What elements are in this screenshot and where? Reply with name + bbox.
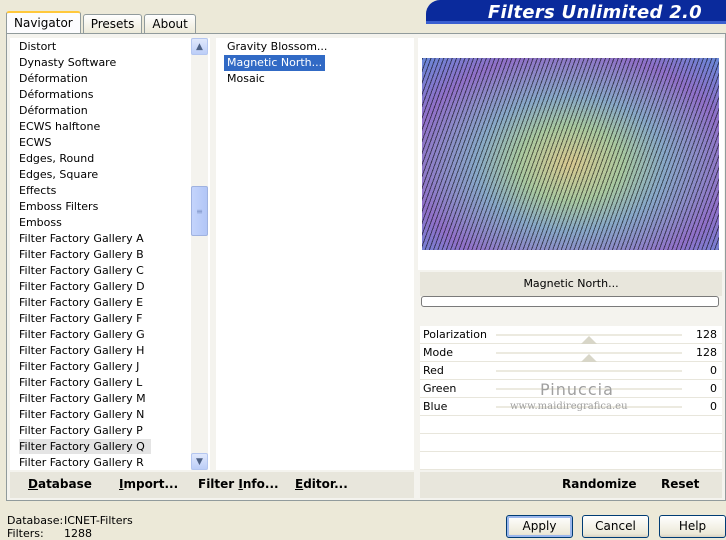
category-list[interactable]: Distort Dynasty Software Déformation Déform…	[10, 38, 210, 470]
category-item[interactable]: Filter Factory Gallery H	[19, 343, 150, 358]
preview-image	[422, 58, 719, 250]
category-item[interactable]: ECWS	[19, 135, 58, 150]
category-item[interactable]: Filter Factory Gallery Q	[19, 439, 151, 454]
scroll-up-arrow-icon[interactable]: ▲	[191, 38, 208, 55]
slider-row[interactable]: Polarization 128	[420, 326, 722, 344]
slider-label: Mode	[423, 346, 453, 359]
tab-bar: Navigator Presets About	[6, 11, 198, 33]
title-banner: Filters Unlimited 2.0	[426, 0, 726, 24]
filter-item[interactable]: Gravity Blossom...	[224, 39, 330, 55]
category-item[interactable]: Filter Factory Gallery J	[19, 359, 145, 374]
category-item[interactable]: ECWS halftone	[19, 119, 106, 134]
empty-slider-row	[420, 434, 722, 452]
category-item[interactable]: Dynasty Software	[19, 55, 122, 70]
filter-list[interactable]: Gravity Blossom... Magnetic North... Mosai…	[216, 38, 414, 470]
slider-label: Blue	[423, 400, 448, 413]
scroll-down-arrow-icon[interactable]: ▼	[191, 453, 208, 470]
filters-label: Filters:	[7, 527, 44, 540]
left-toolbar: Database Import... Filter Info... Editor…	[10, 472, 414, 498]
category-item[interactable]: Filter Factory Gallery B	[19, 247, 150, 262]
slider-thumb[interactable]	[581, 336, 597, 344]
category-item[interactable]: Distort	[19, 39, 62, 54]
randomize-button[interactable]: Randomize	[562, 477, 636, 491]
slider-thumb[interactable]	[581, 354, 597, 362]
right-toolbar: Randomize Reset	[420, 472, 722, 498]
slider-label: Polarization	[423, 328, 487, 341]
tab-about[interactable]: About	[144, 14, 196, 33]
slider-row[interactable]: Mode 128	[420, 344, 722, 362]
slider-value: 0	[710, 400, 717, 413]
category-item[interactable]: Déformations	[19, 87, 99, 102]
category-item[interactable]: Filter Factory Gallery F	[19, 311, 148, 326]
filters-count: 1288	[64, 527, 92, 540]
category-item[interactable]: Déformation	[19, 103, 94, 118]
filter-item[interactable]: Mosaic	[224, 71, 268, 87]
import-button[interactable]: Import...	[119, 477, 178, 491]
category-item[interactable]: Déformation	[19, 71, 94, 86]
help-button[interactable]: Help	[659, 515, 726, 538]
category-item[interactable]: Filter Factory Gallery M	[19, 391, 152, 406]
reset-button[interactable]: Reset	[661, 477, 699, 491]
category-item[interactable]: Filter Factory Gallery L	[19, 375, 148, 390]
watermark-url: www.maidiregrafica.eu	[510, 401, 628, 412]
watermark-name: Pinuccia	[540, 380, 614, 399]
category-item[interactable]: Filter Factory Gallery P	[19, 423, 149, 438]
slider-value: 128	[696, 328, 717, 341]
slider-label: Green	[423, 382, 457, 395]
slider-value: 0	[710, 382, 717, 395]
database-label: Database:	[7, 514, 64, 527]
scroll-thumb[interactable]: ≡	[191, 186, 208, 236]
filter-info-button[interactable]: Filter Info...	[198, 477, 279, 491]
category-item[interactable]: Emboss Filters	[19, 199, 104, 214]
slider-label: Red	[423, 364, 444, 377]
slider-track[interactable]	[496, 370, 682, 372]
database-button[interactable]: Database	[28, 477, 92, 491]
category-item[interactable]: Filter Factory Gallery A	[19, 231, 150, 246]
category-item[interactable]: Filter Factory Gallery G	[19, 327, 151, 342]
app-title: Filters Unlimited 2.0	[487, 2, 702, 23]
category-item[interactable]: Filter Factory Gallery R	[19, 455, 150, 470]
category-item[interactable]: Effects	[19, 183, 62, 198]
category-scrollbar[interactable]: ▲ ≡ ▼	[191, 38, 208, 470]
category-item[interactable]: Filter Factory Gallery E	[19, 295, 149, 310]
tab-navigator[interactable]: Navigator	[6, 11, 81, 33]
status-panel: Database:ICNET-Filters Filters: 1288	[7, 514, 133, 540]
empty-slider-row	[420, 416, 722, 434]
category-item[interactable]: Edges, Square	[19, 167, 104, 182]
category-item[interactable]: Emboss	[19, 215, 68, 230]
empty-slider-row	[420, 452, 722, 470]
category-item[interactable]: Filter Factory Gallery C	[19, 263, 150, 278]
database-value: ICNET-Filters	[64, 514, 133, 527]
filter-name-label: Magnetic North...	[420, 272, 722, 296]
progress-bar	[421, 296, 719, 307]
category-item[interactable]: Edges, Round	[19, 151, 100, 166]
cancel-button[interactable]: Cancel	[582, 515, 649, 538]
slider-value: 0	[710, 364, 717, 377]
tab-presets[interactable]: Presets	[82, 14, 143, 33]
category-item[interactable]: Filter Factory Gallery D	[19, 279, 151, 294]
filter-item[interactable]: Magnetic North...	[224, 55, 326, 71]
category-item[interactable]: Filter Factory Gallery N	[19, 407, 150, 422]
slider-value: 128	[696, 346, 717, 359]
apply-button[interactable]: Apply	[506, 515, 573, 538]
slider-row[interactable]: Red 0	[420, 362, 722, 380]
editor-button[interactable]: Editor...	[295, 477, 348, 491]
